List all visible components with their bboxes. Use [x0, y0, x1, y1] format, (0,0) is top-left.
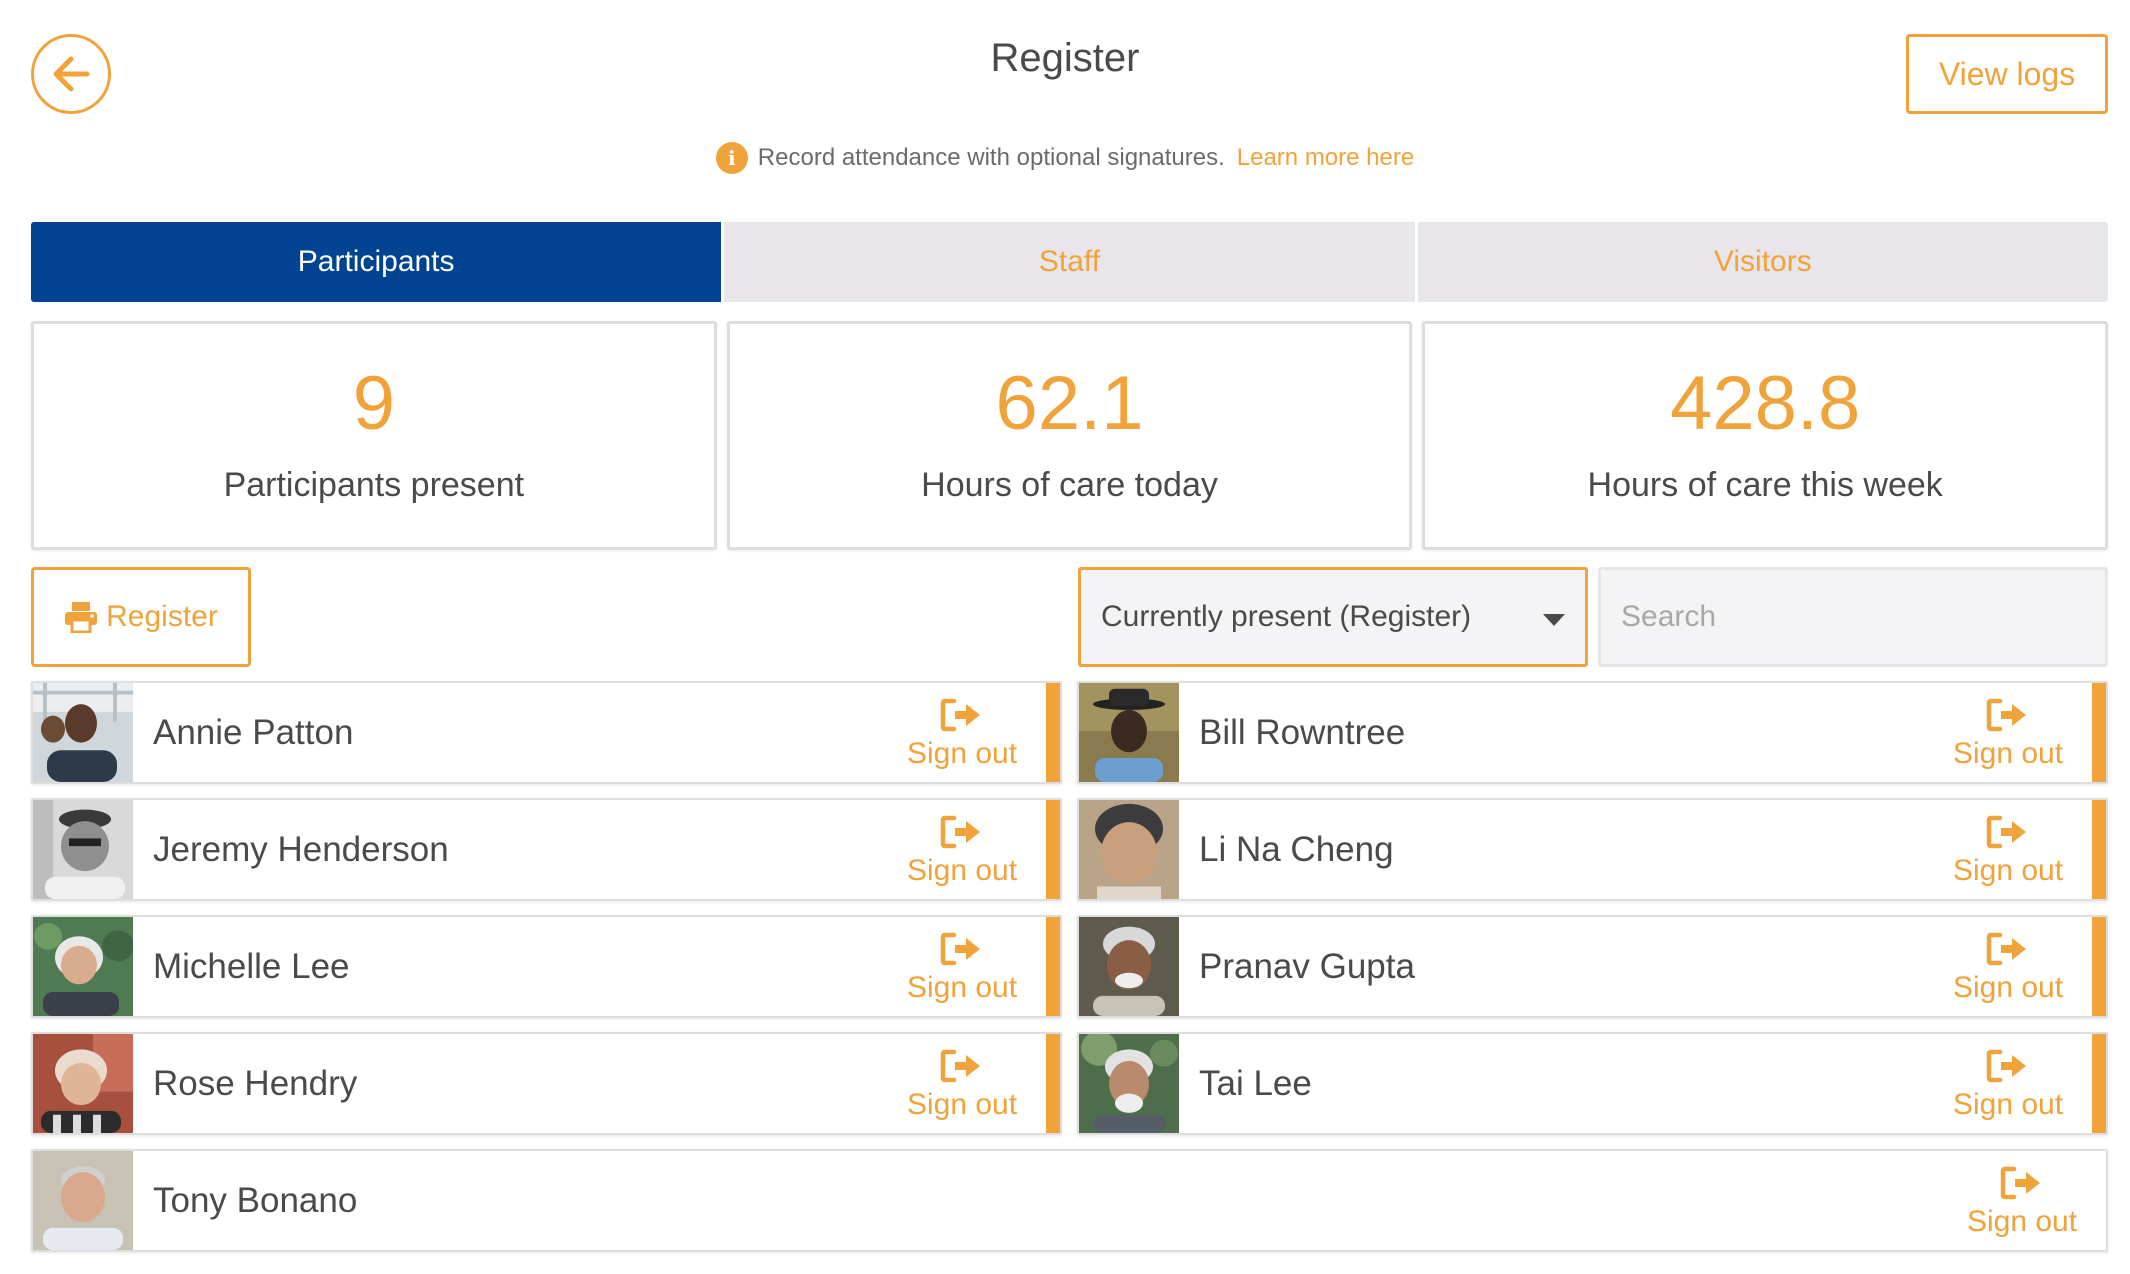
- learn-more-link[interactable]: Learn more here: [1237, 144, 1414, 172]
- participant-name: Pranav Gupta: [1199, 946, 1415, 986]
- participant-name: Michelle Lee: [153, 946, 350, 986]
- participant-row: Jeremy Henderson Sign out: [31, 798, 1062, 901]
- participant-name: Rose Hendry: [153, 1063, 358, 1103]
- sign-out-icon: [1986, 695, 2030, 735]
- sign-out-button[interactable]: Sign out: [892, 683, 1032, 782]
- avatar: [33, 917, 133, 1016]
- avatar: [1079, 1034, 1179, 1133]
- sign-out-label: Sign out: [906, 970, 1018, 1004]
- info-icon: i: [715, 142, 748, 174]
- sign-out-label: Sign out: [906, 1087, 1018, 1121]
- avatar: [1079, 683, 1179, 782]
- participant-name: Jeremy Henderson: [153, 829, 449, 869]
- participant-row: Li Na Cheng Sign out: [1077, 798, 2108, 901]
- sign-out-button[interactable]: Sign out: [1938, 683, 2078, 782]
- stat-card-hours-today: 62.1 Hours of care today: [726, 321, 1413, 550]
- stat-value: 9: [352, 361, 395, 446]
- participant-row: Rose Hendry Sign out: [31, 1032, 1062, 1135]
- printer-icon: [65, 602, 98, 633]
- participant-list: Annie Patton Sign out Bill Rowntree Sign…: [31, 681, 2108, 1252]
- avatar: [33, 800, 133, 899]
- participant-row: Bill Rowntree Sign out: [1077, 681, 2108, 784]
- avatar: [1079, 917, 1179, 1016]
- sign-out-icon: [1986, 929, 2030, 969]
- tab-participants[interactable]: Participants: [31, 222, 725, 302]
- participant-name: Annie Patton: [153, 712, 354, 752]
- participant-name: Bill Rowntree: [1199, 712, 1406, 752]
- avatar: [1079, 800, 1179, 899]
- info-line: i Record attendance with optional signat…: [0, 142, 2130, 174]
- sign-out-label: Sign out: [1952, 970, 2064, 1004]
- stats-row: 9 Participants present 62.1 Hours of car…: [31, 321, 2109, 550]
- stat-card-participants-present: 9 Participants present: [31, 321, 717, 550]
- sign-out-label: Sign out: [906, 853, 1018, 887]
- sign-out-button[interactable]: Sign out: [892, 917, 1032, 1016]
- sign-out-icon: [940, 929, 984, 969]
- sign-out-label: Sign out: [906, 736, 1018, 770]
- stat-value: 428.8: [1670, 361, 1861, 446]
- info-text: Record attendance with optional signatur…: [757, 144, 1225, 171]
- attendance-filter-select[interactable]: Currently present (Register): [1078, 567, 1588, 667]
- stat-card-hours-week: 428.8 Hours of care this week: [1422, 321, 2109, 550]
- avatar: [33, 1151, 133, 1250]
- sign-out-icon: [1986, 1046, 2030, 1086]
- sign-out-label: Sign out: [1966, 1204, 2078, 1238]
- stat-label: Hours of care this week: [1587, 466, 1943, 504]
- participant-row: Tony Bonano Sign out: [31, 1149, 2108, 1252]
- stat-label: Participants present: [223, 466, 525, 504]
- status-accent-bar: [2092, 800, 2106, 899]
- tab-bar: Participants Staff Visitors: [31, 222, 2108, 302]
- status-accent-bar: [2092, 1034, 2106, 1133]
- sign-out-icon: [940, 1046, 984, 1086]
- filter-selected-value: Currently present (Register): [1101, 600, 1472, 633]
- sign-out-icon: [1986, 812, 2030, 852]
- stat-label: Hours of care today: [921, 466, 1218, 504]
- sign-out-button[interactable]: Sign out: [1938, 800, 2078, 899]
- sign-out-button[interactable]: Sign out: [1938, 1034, 2078, 1133]
- sign-out-icon: [2000, 1163, 2044, 1203]
- participant-name: Tony Bonano: [153, 1180, 358, 1220]
- search-input[interactable]: [1598, 567, 2108, 667]
- stat-value: 62.1: [995, 361, 1144, 446]
- status-accent-bar: [1046, 917, 1060, 1016]
- sign-out-label: Sign out: [1952, 1087, 2064, 1121]
- status-accent-bar: [1046, 800, 1060, 899]
- avatar: [33, 683, 133, 782]
- sign-out-button[interactable]: Sign out: [892, 800, 1032, 899]
- view-logs-button[interactable]: View logs: [1906, 34, 2108, 114]
- avatar: [33, 1034, 133, 1133]
- participant-name: Tai Lee: [1199, 1063, 1312, 1103]
- sign-out-icon: [940, 695, 984, 735]
- sign-out-button[interactable]: Sign out: [1938, 917, 2078, 1016]
- status-accent-bar: [2092, 683, 2106, 782]
- tab-visitors[interactable]: Visitors: [1418, 222, 2108, 302]
- participant-row: Annie Patton Sign out: [31, 681, 1062, 784]
- page-title: Register: [990, 36, 1140, 80]
- sign-out-label: Sign out: [1952, 736, 2064, 770]
- status-accent-bar: [2092, 917, 2106, 1016]
- sign-out-icon: [940, 812, 984, 852]
- sign-out-button[interactable]: Sign out: [1952, 1151, 2092, 1250]
- tab-staff[interactable]: Staff: [724, 222, 1418, 302]
- print-register-button[interactable]: Register: [31, 567, 251, 667]
- participant-row: Tai Lee Sign out: [1077, 1032, 2108, 1135]
- status-accent-bar: [1046, 1034, 1060, 1133]
- status-accent-bar: [1046, 683, 1060, 782]
- print-register-label: Register: [106, 600, 218, 633]
- sign-out-button[interactable]: Sign out: [892, 1034, 1032, 1133]
- participant-name: Li Na Cheng: [1199, 829, 1394, 869]
- participant-row: Pranav Gupta Sign out: [1077, 915, 2108, 1018]
- sign-out-label: Sign out: [1952, 853, 2064, 887]
- caret-down-icon: [1543, 614, 1565, 626]
- participant-row: Michelle Lee Sign out: [31, 915, 1062, 1018]
